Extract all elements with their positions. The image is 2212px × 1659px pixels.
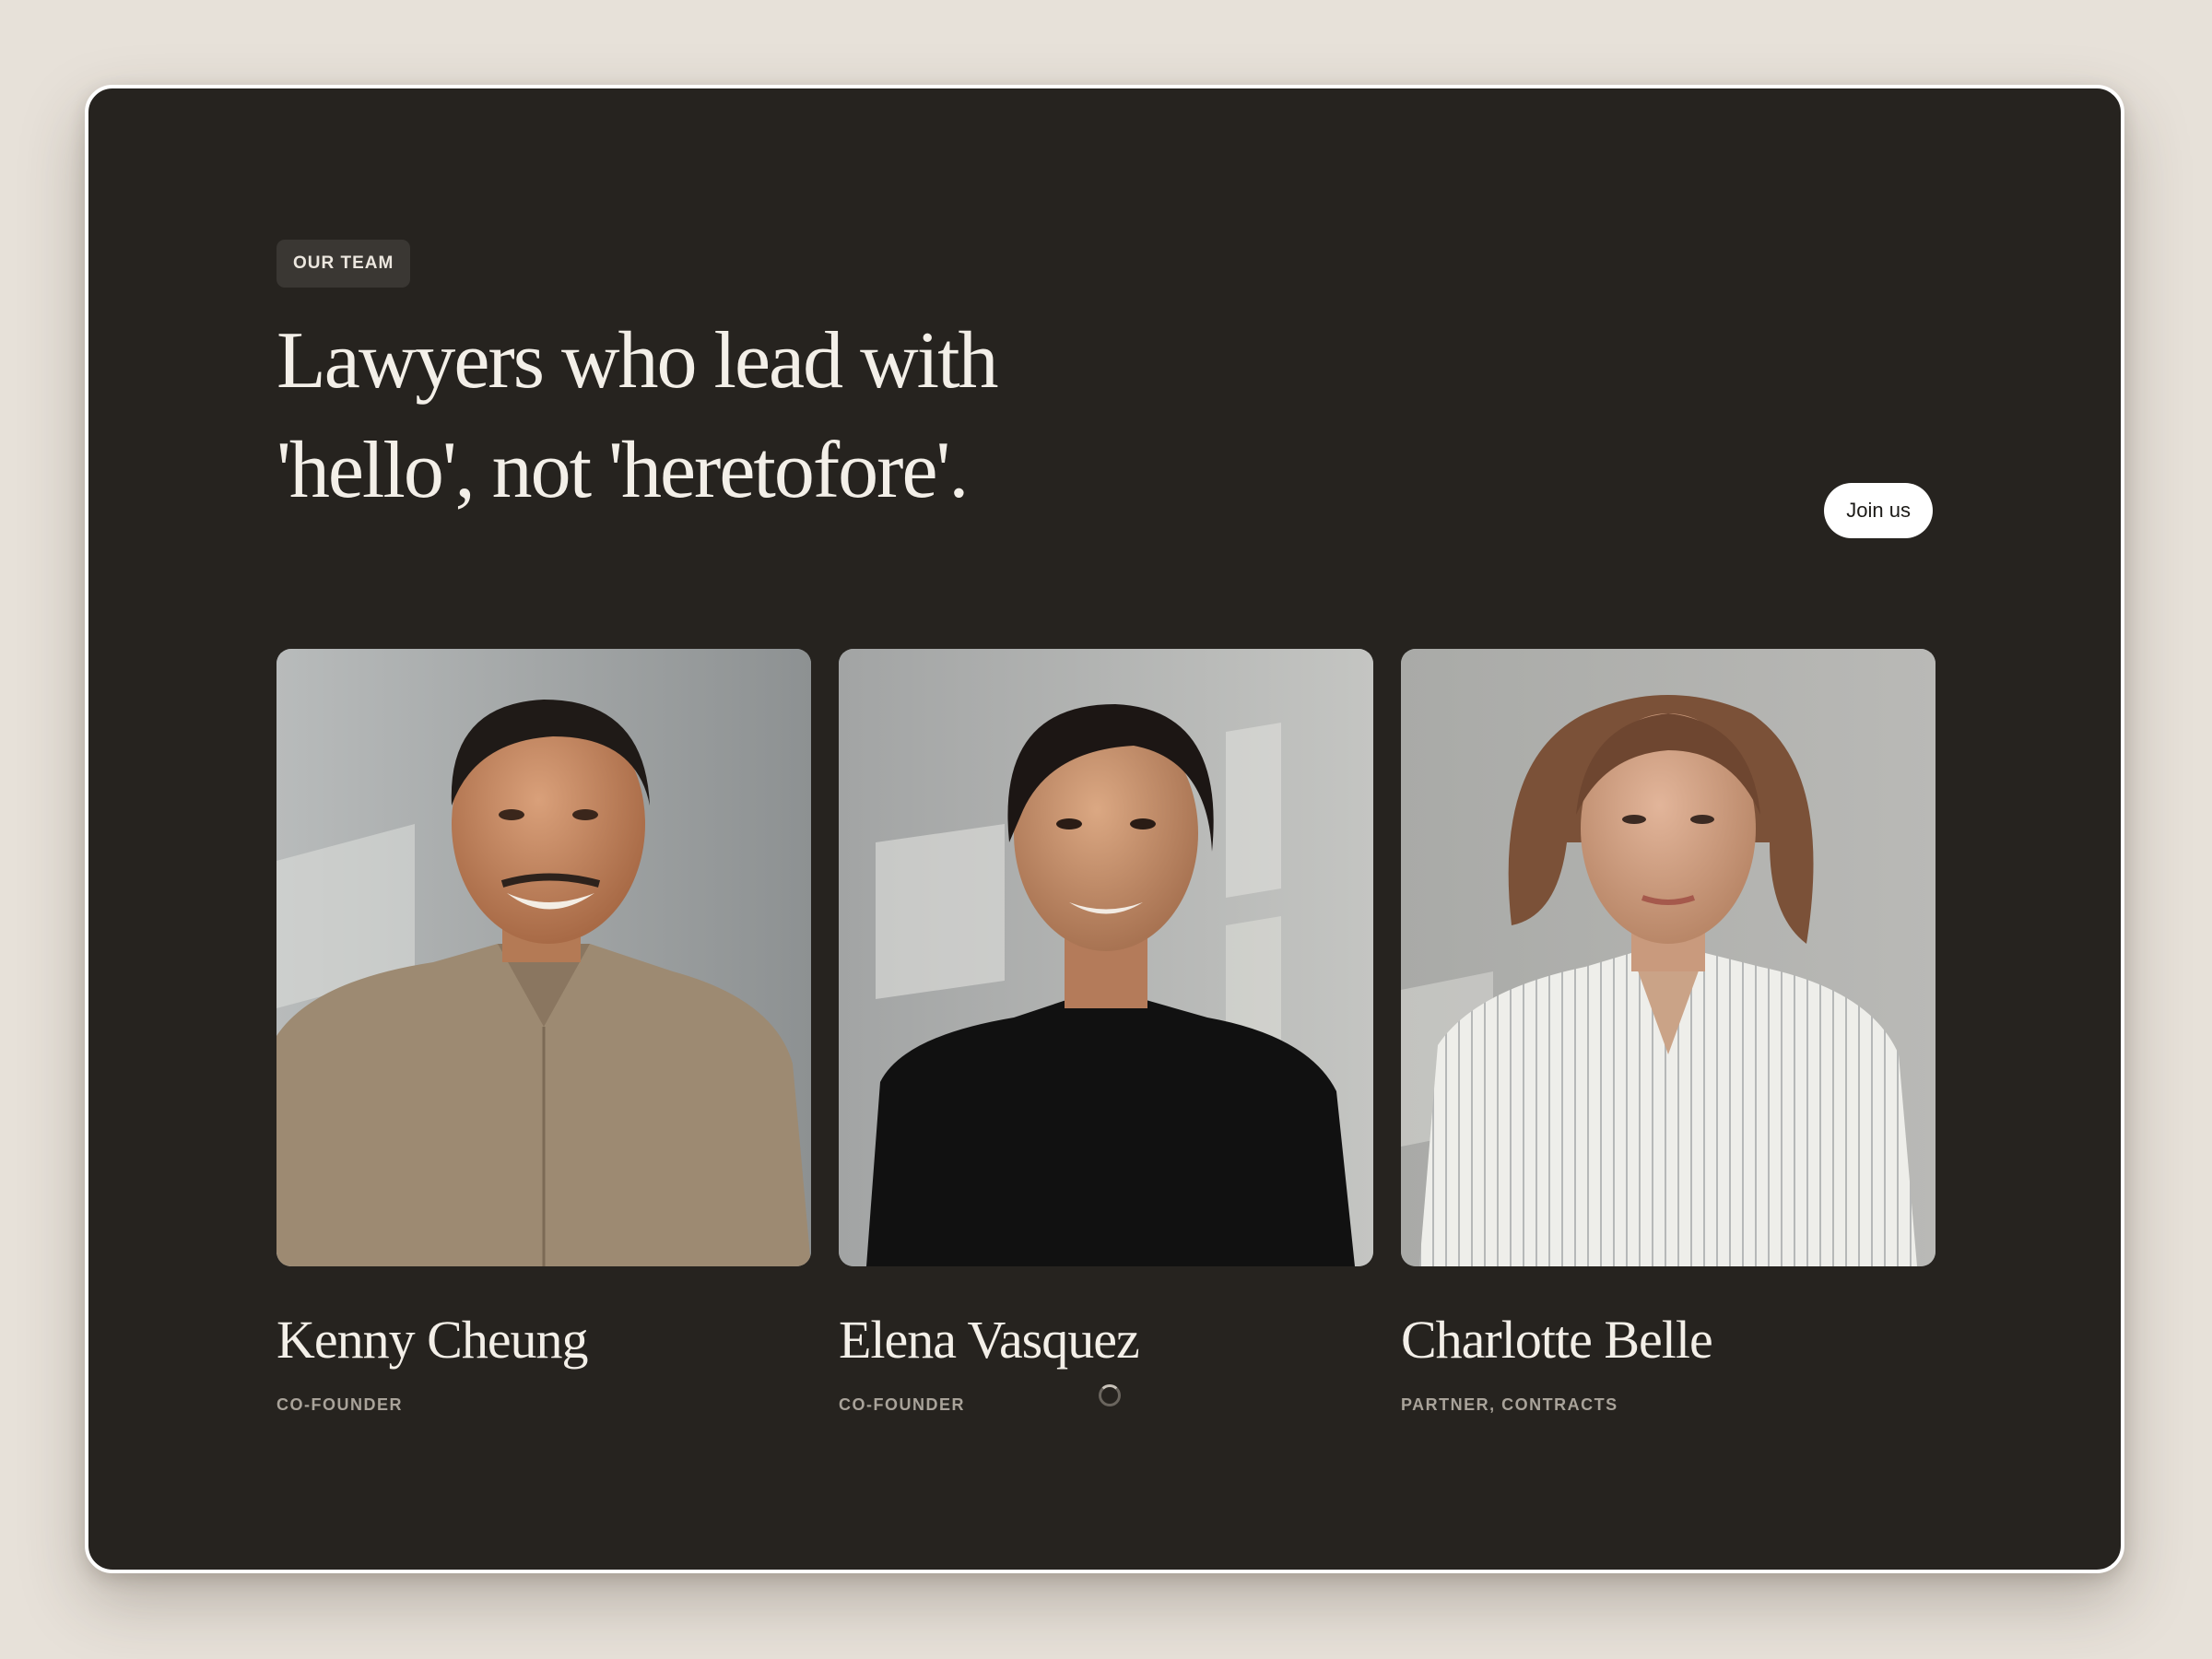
headline-line-2: 'hello', not 'heretofore'. (276, 426, 969, 515)
loading-spinner-icon (1099, 1384, 1121, 1406)
member-name: Kenny Cheung (276, 1310, 589, 1370)
section-headline: Lawyers who lead with 'hello', not 'here… (276, 306, 1106, 525)
member-name: Elena Vasquez (839, 1310, 1140, 1370)
team-photo (839, 649, 1373, 1266)
portrait-woman-image (839, 649, 1373, 1266)
member-role: CO-FOUNDER (276, 1395, 403, 1414)
team-photo (276, 649, 811, 1266)
member-name: Charlotte Belle (1401, 1310, 1713, 1370)
team-card-charlotte[interactable]: Charlotte Belle PARTNER, CONTRACTS (1401, 649, 1936, 1414)
team-card-elena[interactable]: Elena Vasquez CO-FOUNDER (839, 649, 1373, 1414)
team-card-kenny[interactable]: Kenny Cheung CO-FOUNDER (276, 649, 811, 1414)
team-section-window: OUR TEAM Lawyers who lead with 'hello', … (85, 85, 2124, 1573)
member-role: CO-FOUNDER (839, 1395, 965, 1414)
portrait-woman-image (1401, 649, 1936, 1266)
member-role: PARTNER, CONTRACTS (1401, 1395, 1618, 1414)
headline-line-1: Lawyers who lead with (276, 316, 999, 406)
section-badge: OUR TEAM (276, 240, 411, 288)
join-us-button[interactable]: Join us (1824, 483, 1933, 538)
team-photo (1401, 649, 1936, 1266)
portrait-man-image (276, 649, 811, 1266)
